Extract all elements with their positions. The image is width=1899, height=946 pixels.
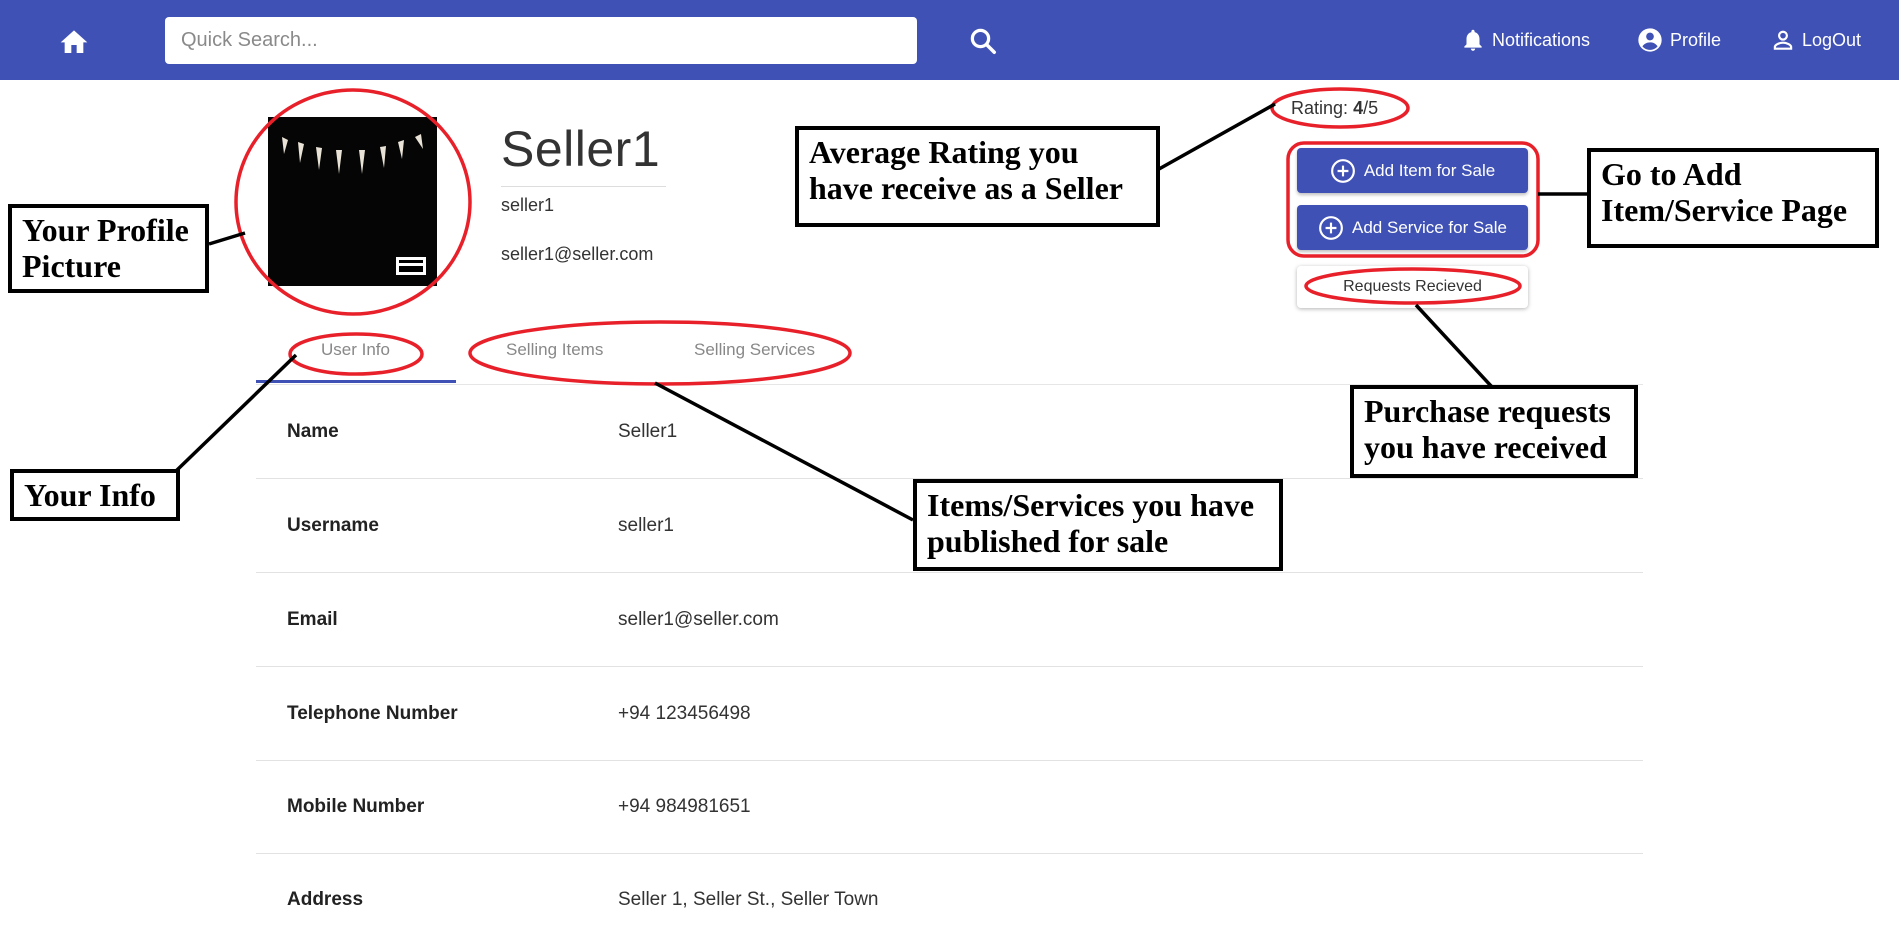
annotation-profile-picture: Your Profile Picture [8, 204, 209, 293]
info-value: Seller1 [618, 421, 678, 442]
notifications-link[interactable]: Notifications [1460, 22, 1590, 58]
home-icon[interactable] [58, 26, 90, 56]
info-row-email: Email seller1@seller.com [256, 573, 1643, 667]
annotation-selling: Items/Services you have published for sa… [913, 479, 1283, 571]
add-circle-icon [1330, 158, 1355, 183]
rating: Rating: 4/5 [1291, 98, 1378, 119]
notifications-label: Notifications [1492, 29, 1591, 50]
app-bar: Notifications Profile LogOut [0, 0, 1899, 80]
add-service-label: Add Service for Sale [1352, 217, 1507, 237]
info-value: +94 984981651 [618, 796, 751, 817]
requests-received-button[interactable]: Requests Recieved [1297, 266, 1528, 308]
bell-icon [1464, 29, 1482, 51]
person-outline-icon [1773, 30, 1793, 50]
profile-link[interactable]: Profile [1636, 22, 1721, 58]
divider [501, 186, 666, 187]
annotation-info: Your Info [10, 469, 180, 521]
info-row-telephone: Telephone Number +94 123456498 [256, 667, 1643, 761]
account-circle-icon [1638, 28, 1662, 52]
display-name: Seller1 [501, 121, 661, 177]
rating-label: Rating: [1291, 98, 1349, 118]
annotation-add-page: Go to Add Item/Service Page [1587, 148, 1879, 248]
info-label: Telephone Number [287, 703, 458, 724]
annotation-rating: Average Rating you have receive as a Sel… [795, 126, 1160, 227]
email-text: seller1@seller.com [501, 244, 654, 264]
search-icon[interactable] [968, 26, 998, 56]
tab-user-info[interactable]: User Info [321, 340, 390, 360]
profile-picture [268, 117, 437, 286]
tab-selling-services[interactable]: Selling Services [694, 340, 815, 360]
logout-label: LogOut [1802, 29, 1862, 50]
info-label: Email [287, 609, 338, 630]
info-label: Name [287, 421, 339, 442]
tab-selling-items[interactable]: Selling Items [506, 340, 603, 360]
search-input[interactable] [165, 17, 917, 64]
rating-max: /5 [1363, 98, 1379, 118]
profile-label: Profile [1670, 29, 1722, 50]
add-service-button[interactable]: Add Service for Sale [1297, 205, 1528, 250]
username-text: seller1 [501, 195, 555, 215]
info-label: Username [287, 515, 379, 536]
add-item-button[interactable]: Add Item for Sale [1297, 148, 1528, 193]
annotation-requests: Purchase requests you have received [1350, 385, 1638, 478]
leader-requests [1414, 303, 1494, 389]
leader-rating [1158, 102, 1276, 171]
leader-profile-picture [208, 231, 246, 246]
add-item-label: Add Item for Sale [1363, 160, 1496, 180]
rating-value: 4 [1353, 98, 1364, 118]
active-tab-indicator [256, 380, 456, 383]
info-value: seller1@seller.com [618, 609, 779, 630]
logout-link[interactable]: LogOut [1770, 22, 1861, 58]
info-label: Address [287, 889, 364, 910]
info-value: seller1 [618, 515, 674, 536]
add-circle-icon [1319, 215, 1343, 240]
info-label: Mobile Number [287, 796, 425, 817]
info-row-address: Address Seller 1, Seller St., Seller Tow… [256, 853, 1643, 946]
info-value: +94 123456498 [618, 703, 751, 724]
info-row-mobile: Mobile Number +94 984981651 [256, 760, 1643, 854]
info-value: Seller 1, Seller St., Seller Town [618, 889, 879, 910]
